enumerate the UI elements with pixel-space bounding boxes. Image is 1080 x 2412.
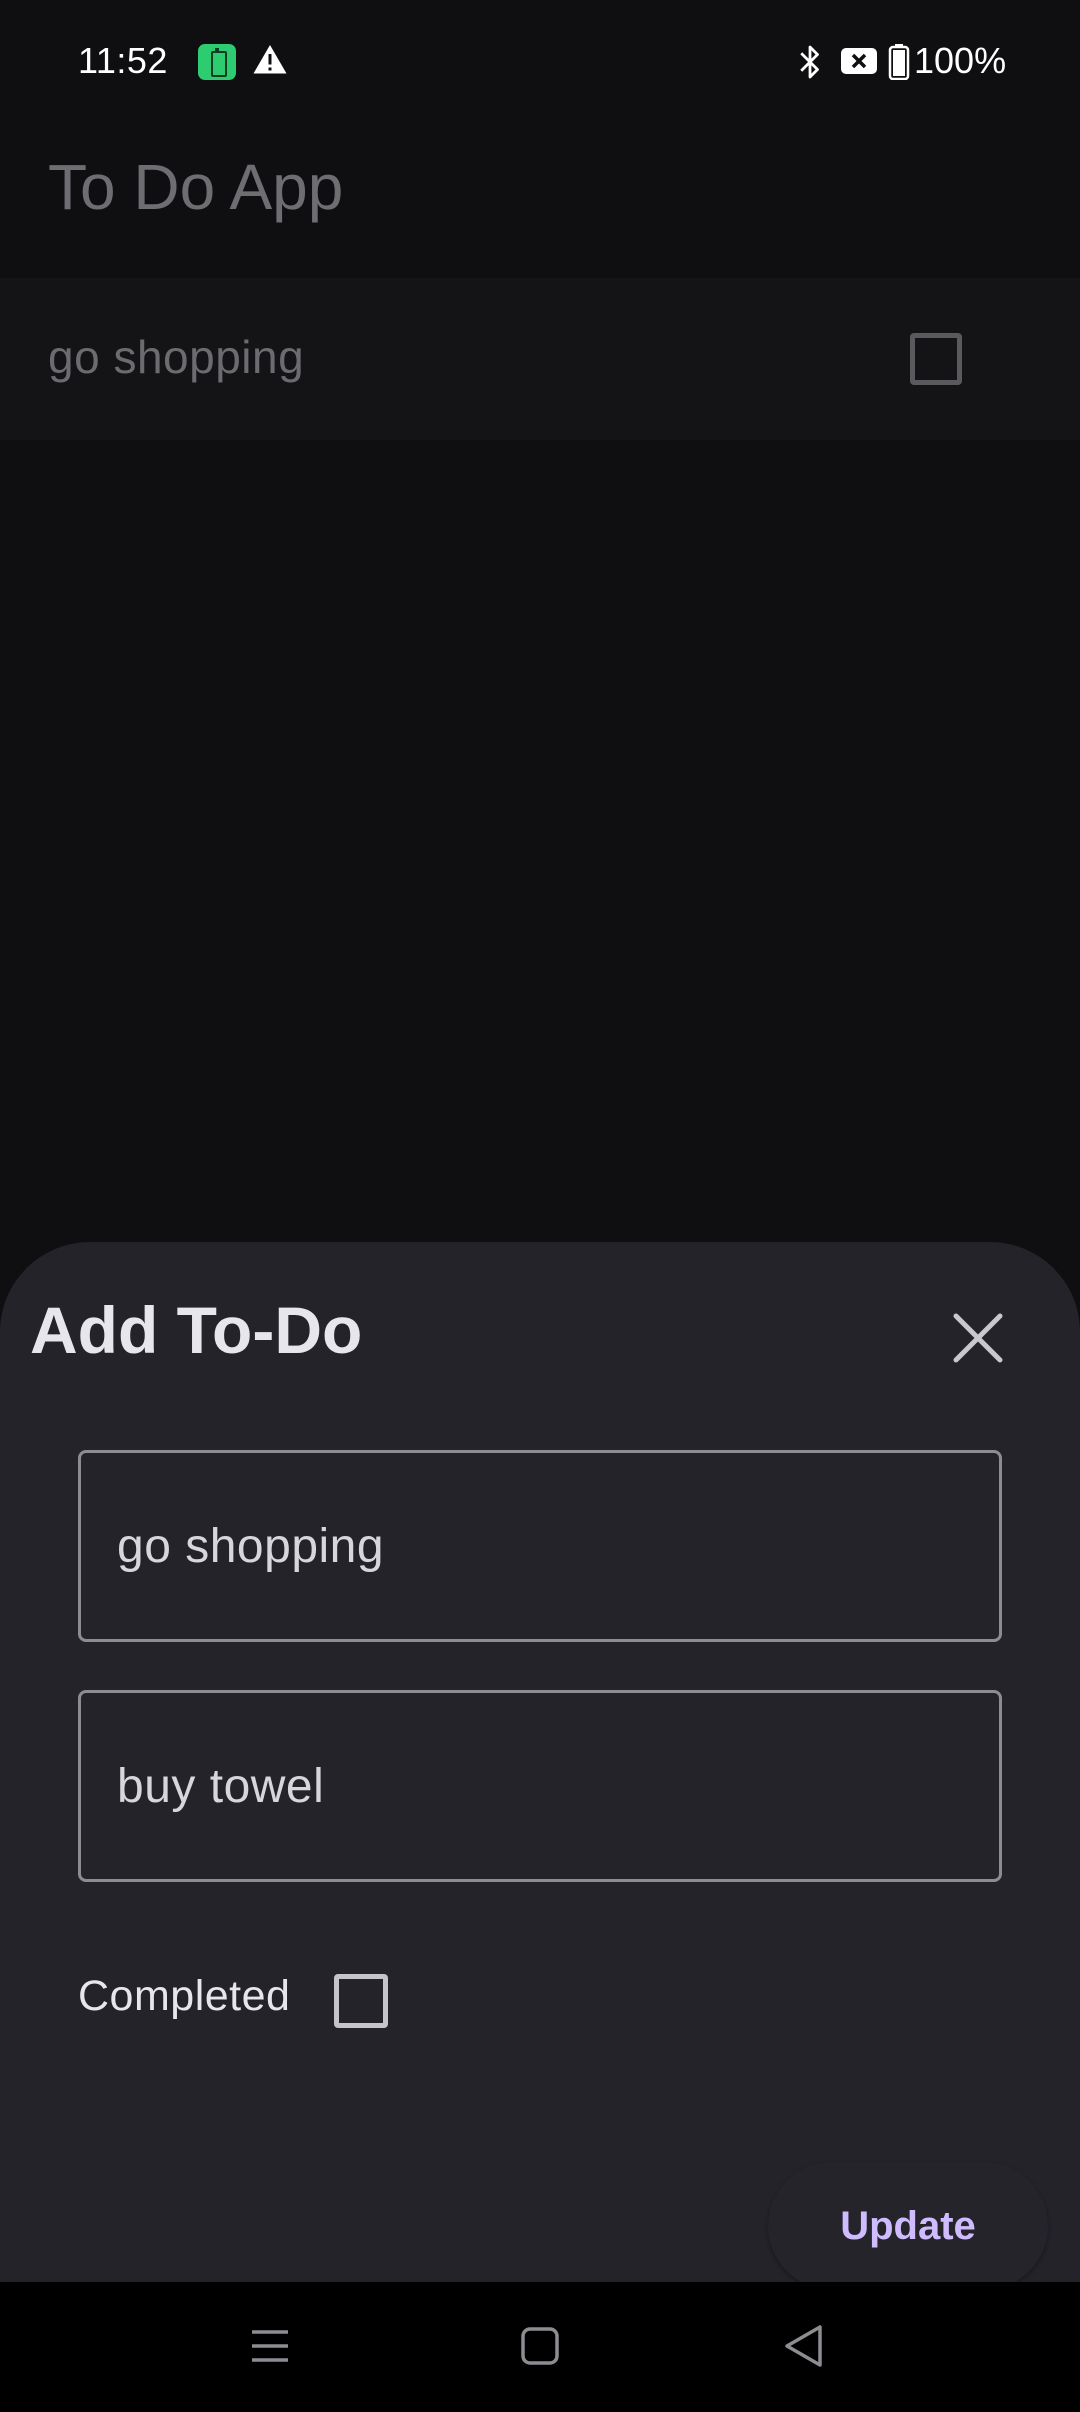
navigation-bar — [0, 2282, 1080, 2412]
sheet-title: Add To-Do — [30, 1293, 363, 1367]
status-bar: 11:52 100% — [0, 0, 1080, 125]
add-todo-bottom-sheet: Add To-Do go shopping buy towel Complete… — [0, 1242, 1080, 2290]
todo-item-checkbox[interactable] — [910, 333, 962, 385]
app-title: To Do App — [48, 151, 344, 223]
close-icon[interactable] — [948, 1308, 1008, 1368]
home-icon[interactable] — [520, 2326, 560, 2366]
update-button[interactable]: Update — [768, 2162, 1048, 2290]
completed-label: Completed — [78, 1972, 291, 2020]
screen: 11:52 100% To Do App go shopping Add To-… — [0, 0, 1080, 2412]
menu-icon[interactable] — [250, 2326, 290, 2366]
battery-percent: 100% — [914, 40, 1007, 81]
sim-icon — [841, 48, 877, 74]
back-icon[interactable] — [784, 2324, 824, 2368]
completed-checkbox[interactable] — [334, 1974, 388, 2028]
alert-icon — [253, 45, 287, 74]
bluetooth-icon — [800, 45, 819, 79]
battery-saver-icon — [198, 44, 236, 80]
todo-list-item[interactable]: go shopping — [0, 278, 1080, 440]
todo-description-value: buy towel — [117, 1760, 325, 1813]
todo-item-label: go shopping — [48, 331, 305, 383]
todo-description-input[interactable]: buy towel — [78, 1690, 1002, 1882]
todo-title-input[interactable]: go shopping — [78, 1450, 1002, 1642]
todo-title-value: go shopping — [117, 1520, 385, 1573]
battery-icon — [888, 44, 910, 80]
status-time: 11:52 — [78, 40, 168, 81]
